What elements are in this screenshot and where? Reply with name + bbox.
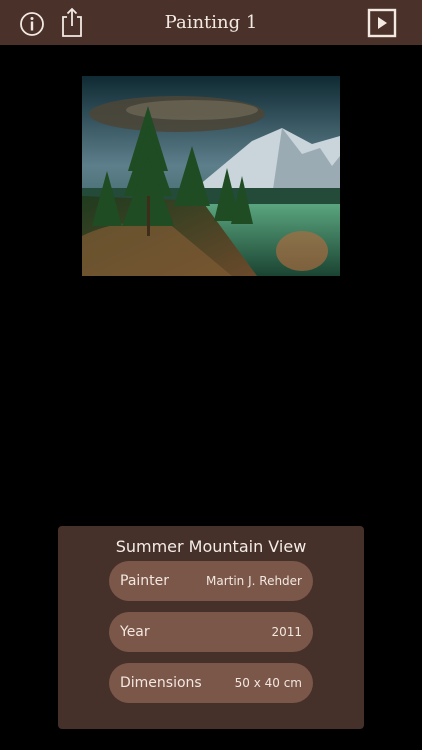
play-icon[interactable] <box>366 8 398 38</box>
top-toolbar: Painting 1 <box>0 0 422 45</box>
painting-details-card: Summer Mountain View Painter Martin J. R… <box>58 526 364 729</box>
info-icon[interactable] <box>18 10 46 38</box>
painter-label: Painter <box>120 573 170 589</box>
painter-value: Martin J. Rehder <box>206 574 302 588</box>
page-title: Painting 1 <box>164 12 258 33</box>
year-value: 2011 <box>271 625 302 639</box>
year-row: Year 2011 <box>109 612 313 652</box>
dimensions-value: 50 x 40 cm <box>234 676 302 690</box>
year-label: Year <box>120 624 150 640</box>
painter-row: Painter Martin J. Rehder <box>109 561 313 601</box>
dimensions-row: Dimensions 50 x 40 cm <box>109 663 313 703</box>
dimensions-label: Dimensions <box>120 675 202 691</box>
painting-title: Summer Mountain View <box>115 537 307 556</box>
painting-image[interactable] <box>82 76 340 276</box>
share-icon[interactable] <box>60 6 84 38</box>
